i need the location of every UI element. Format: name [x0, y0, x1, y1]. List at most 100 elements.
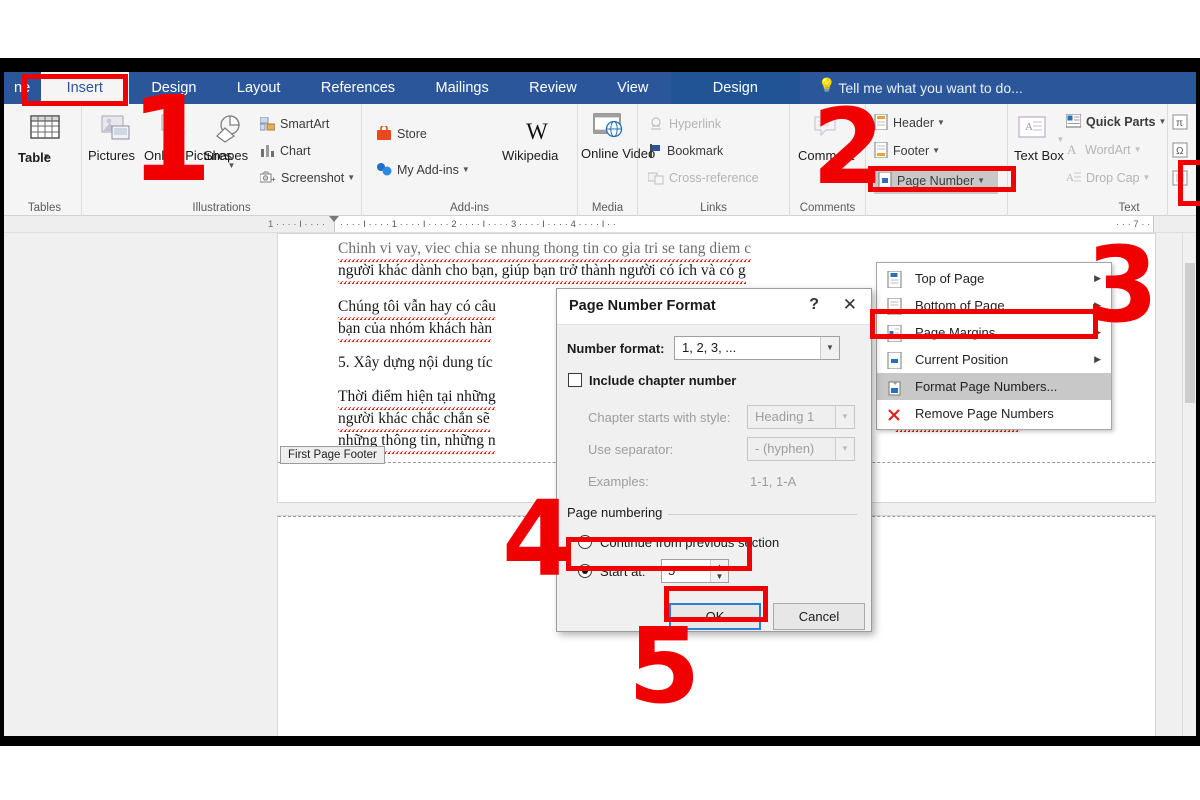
dialog-titlebar[interactable]: Page Number Format ? ✕: [557, 289, 871, 325]
spinner-down-icon[interactable]: ▼: [711, 572, 728, 582]
menu-item-page-margins[interactable]: Page Margins ▶: [877, 319, 1111, 346]
shapes-icon: [216, 115, 240, 143]
drop-cap-label: Drop Cap: [1086, 171, 1140, 185]
menu-item-current-position[interactable]: Current Position ▶: [877, 346, 1111, 373]
screenshot-label: Screenshot: [281, 171, 345, 185]
menu-item-bottom-of-page[interactable]: Bottom of Page ▶: [877, 292, 1111, 319]
screenshot-button[interactable]: + Screenshot ▼: [259, 170, 355, 189]
bookmark-label: Bookmark: [667, 144, 724, 158]
hyperlink-icon: [648, 117, 664, 135]
tab-view[interactable]: View: [599, 72, 666, 104]
object-button[interactable]: [1172, 170, 1193, 190]
my-addins-icon: [376, 162, 392, 181]
continue-from-previous-label: Continue from previous section: [600, 535, 780, 550]
tab-review[interactable]: Review: [511, 72, 595, 104]
smartart-button[interactable]: SmartArt: [259, 116, 329, 135]
chart-label: Chart: [280, 144, 311, 158]
start-at-radio[interactable]: [578, 564, 592, 578]
continue-from-previous-radio[interactable]: [578, 535, 592, 549]
tab-layout[interactable]: Layout: [219, 72, 299, 104]
chapter-style-combobox[interactable]: Heading 1 ▼: [747, 405, 855, 429]
svg-text:+: +: [271, 175, 276, 184]
number-format-combobox[interactable]: 1, 2, 3, ... ▼: [674, 336, 840, 360]
horizontal-ruler[interactable]: 1 · · · · I · · · · · · · · I · · · · 1 …: [4, 216, 1196, 233]
spinner-buttons[interactable]: ▲ ▼: [710, 560, 728, 582]
bookmark-icon: [648, 144, 662, 162]
separator-combobox[interactable]: - (hyphen) ▼: [747, 437, 855, 461]
ribbon-group-tables: Table ▼ Tables: [8, 104, 82, 216]
include-chapter-checkbox[interactable]: [568, 373, 582, 387]
menu-item-bottom-of-page-label: Bottom of Page: [915, 298, 1005, 313]
menu-item-format-page-numbers[interactable]: Format Page Numbers...: [877, 373, 1111, 400]
quick-parts-button[interactable]: Quick Parts ▼: [1065, 113, 1166, 133]
page-number-button[interactable]: Page Number ▼: [874, 170, 998, 194]
page-number-dropdown-menu[interactable]: Top of Page ▶ Bottom of Page ▶ Page Marg…: [876, 262, 1112, 430]
symbol-button[interactable]: Ω: [1172, 142, 1193, 162]
drop-cap-icon: A: [1066, 170, 1081, 189]
chart-button[interactable]: Chart: [260, 143, 311, 162]
vertical-scrollbar[interactable]: [1182, 233, 1196, 736]
help-icon[interactable]: ?: [809, 296, 819, 314]
scrollbar-thumb[interactable]: [1185, 263, 1195, 403]
text-box-icon: A: [1018, 116, 1046, 138]
my-addins-label: My Add-ins: [397, 163, 459, 177]
chevron-down-icon: ▼: [937, 118, 945, 127]
tab-home-label: ne: [14, 80, 31, 96]
online-video-button[interactable]: Online Video: [581, 112, 655, 160]
current-position-icon: [887, 351, 903, 370]
menu-item-remove-page-numbers[interactable]: Remove Page Numbers: [877, 400, 1111, 427]
table-button[interactable]: Table ▼: [18, 114, 72, 164]
my-addins-button[interactable]: My Add-ins ▼: [376, 162, 470, 181]
quick-parts-label: Quick Parts: [1086, 115, 1156, 129]
close-icon[interactable]: ✕: [843, 295, 857, 315]
table-icon: [30, 115, 60, 139]
start-at-spinner[interactable]: 5 ▲ ▼: [661, 559, 729, 583]
chevron-right-icon: ▶: [1094, 354, 1101, 364]
chevron-down-icon[interactable]: ▼: [835, 438, 854, 460]
cancel-button[interactable]: Cancel: [773, 603, 865, 630]
bookmark-button[interactable]: Bookmark: [648, 143, 723, 162]
top-of-page-icon: [887, 270, 903, 289]
smartart-icon: [259, 116, 276, 135]
ribbon-group-addins: Store My Add-ins ▼ W Wikipedia Add-ins: [362, 104, 578, 216]
chevron-down-icon: ▼: [461, 165, 470, 174]
hyperlink-button[interactable]: Hyperlink: [648, 116, 721, 135]
page-number-format-dialog[interactable]: Page Number Format ? ✕ Number format: 1,…: [556, 288, 872, 632]
tab-review-label: Review: [529, 80, 577, 96]
tab-mailings[interactable]: Mailings: [418, 72, 507, 104]
include-chapter-label: Include chapter number: [589, 373, 737, 388]
examples-value: 1-1, 1-A: [750, 474, 797, 489]
ribbon-group-symbols-partial: π Ω: [1168, 104, 1196, 216]
wikipedia-button[interactable]: W Wikipedia: [502, 118, 572, 162]
chart-icon: [260, 144, 275, 162]
tab-references-label: References: [320, 80, 396, 96]
spinner-up-icon[interactable]: ▲: [711, 562, 728, 572]
tab-references[interactable]: References: [303, 72, 413, 104]
tab-home[interactable]: ne: [4, 72, 36, 104]
text-box-button[interactable]: A Text Box ▼: [1014, 116, 1064, 162]
tab-design-contextual[interactable]: Design: [670, 72, 800, 104]
first-line-indent-marker[interactable]: [329, 216, 339, 222]
wikipedia-label: Wikipedia: [502, 148, 559, 163]
remove-page-numbers-icon: [887, 405, 903, 422]
chevron-down-icon[interactable]: ▼: [835, 406, 854, 428]
ribbon-group-tables-label: Tables: [27, 202, 62, 214]
store-button[interactable]: Store: [376, 124, 427, 145]
footer-label: Footer: [893, 144, 930, 158]
format-page-numbers-icon: [887, 378, 903, 396]
chevron-down-icon[interactable]: ▼: [820, 337, 839, 359]
drop-cap-button[interactable]: A Drop Cap ▼: [1066, 170, 1150, 189]
tab-mailings-label: Mailings: [435, 80, 489, 96]
tab-insert[interactable]: Insert: [40, 72, 129, 104]
cancel-button-label: Cancel: [798, 609, 840, 624]
wordart-button[interactable]: A WordArt ▼: [1066, 142, 1142, 161]
separator-value: - (hyphen): [755, 441, 815, 456]
cross-reference-label: Cross-reference: [669, 171, 759, 185]
doc-line-6: Thời điểm hiện tại những: [338, 386, 496, 410]
ribbon-group-media-label: Media: [591, 202, 624, 214]
header-button[interactable]: Header ▼: [874, 113, 945, 134]
menu-item-top-of-page[interactable]: Top of Page ▶: [877, 265, 1111, 292]
equation-button[interactable]: π: [1172, 114, 1193, 134]
cross-reference-button[interactable]: Cross-reference: [647, 170, 759, 189]
first-page-footer-chip[interactable]: First Page Footer: [280, 446, 385, 464]
